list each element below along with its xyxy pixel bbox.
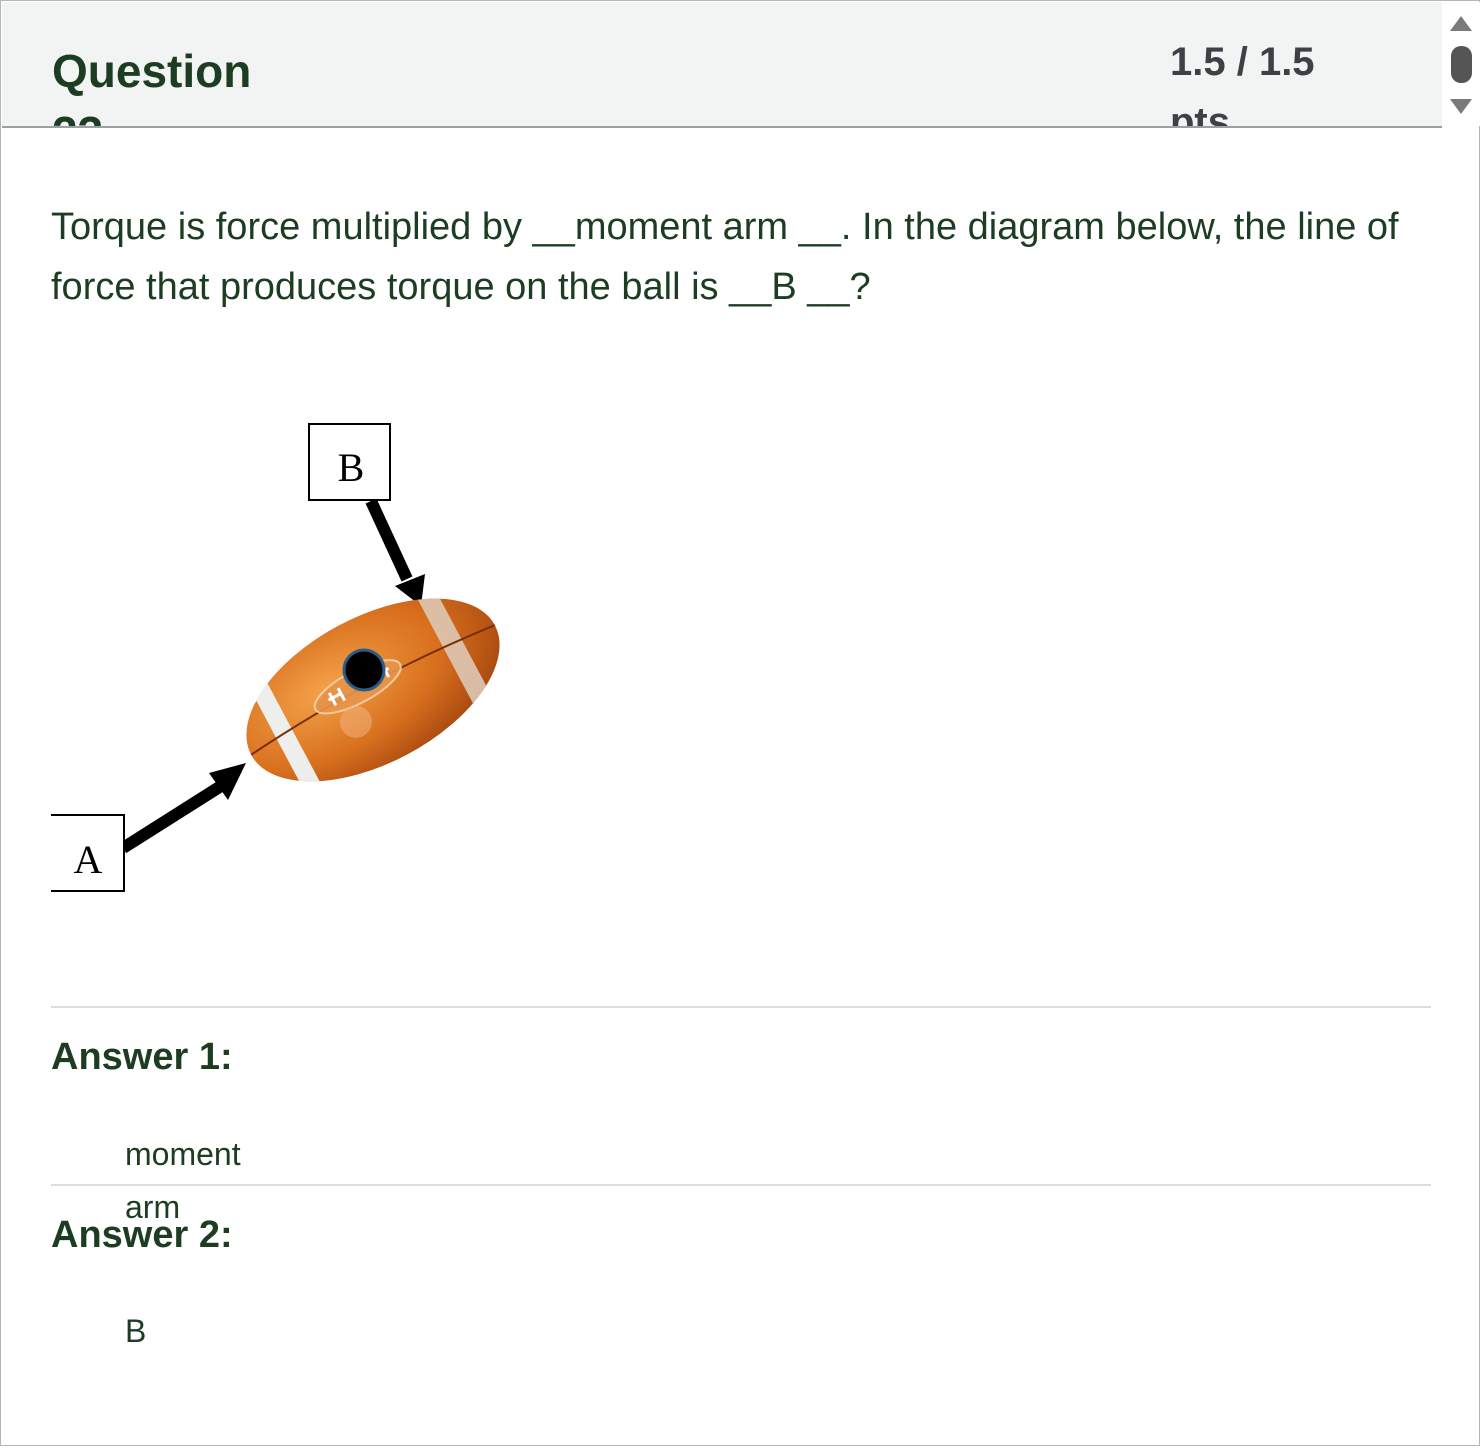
pivot-point: [342, 648, 386, 692]
question-points: 1.5 / 1.5 pts: [1170, 40, 1315, 128]
torque-diagram: B A: [51, 423, 501, 892]
answer-2-value: B: [125, 1313, 147, 1349]
force-arrow-b: [365, 498, 425, 606]
header-scrollbar[interactable]: [1443, 2, 1480, 126]
question-header: Question 23 1.5 / 1.5 pts: [2, 2, 1442, 128]
answer-2-label: Answer 2:: [51, 1214, 233, 1256]
answer-1-label: Answer 1:: [51, 1036, 233, 1078]
label-b-text: B: [338, 445, 365, 490]
label-box-b: B: [308, 423, 391, 501]
separator-2: [51, 1184, 1431, 1186]
label-box-a: A: [51, 814, 125, 892]
question-text: Torque is force multiplied by __moment a…: [51, 206, 1399, 308]
scroll-up-arrow-icon[interactable]: [1450, 16, 1472, 31]
scroll-down-arrow-icon[interactable]: [1450, 99, 1472, 114]
scroll-thumb[interactable]: [1451, 46, 1472, 83]
label-a-text: A: [74, 837, 103, 882]
question-panel: Question 23 1.5 / 1.5 pts Torque is forc…: [0, 0, 1480, 1446]
separator-1: [51, 1006, 1431, 1008]
question-title: Question 23: [52, 45, 252, 126]
force-arrow-a: [119, 763, 246, 854]
